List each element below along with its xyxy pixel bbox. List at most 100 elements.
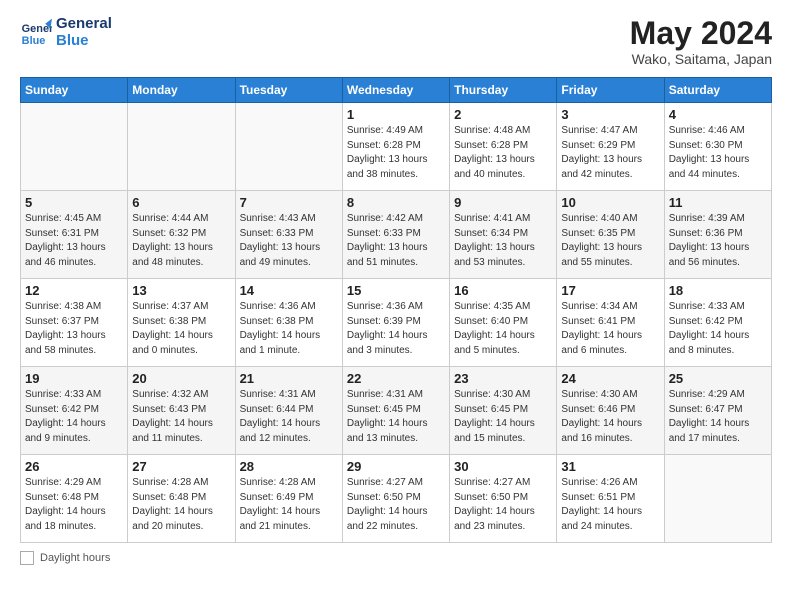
col-header-monday: Monday [128, 78, 235, 103]
day-number: 8 [347, 195, 445, 210]
day-number: 21 [240, 371, 338, 386]
calendar-cell: 31Sunrise: 4:26 AM Sunset: 6:51 PM Dayli… [557, 455, 664, 543]
calendar-cell: 4Sunrise: 4:46 AM Sunset: 6:30 PM Daylig… [664, 103, 771, 191]
footer: Daylight hours [20, 551, 772, 565]
calendar-cell: 28Sunrise: 4:28 AM Sunset: 6:49 PM Dayli… [235, 455, 342, 543]
calendar-cell: 13 Sunrise: 4:37 AM Sunset: 6:38 PM Dayli… [128, 279, 235, 367]
calendar-cell: 11 Sunrise: 4:39 AM Sunset: 6:36 PM Dayli… [664, 191, 771, 279]
calendar-week-4: 26 Sunrise: 4:29 AM Sunset: 6:48 PM Dayli… [21, 455, 772, 543]
day-number: 4 [669, 107, 767, 122]
day-number: 5 [25, 195, 123, 210]
calendar-cell [128, 103, 235, 191]
logo-blue: Blue [56, 33, 112, 50]
calendar-cell: 18 Sunrise: 4:33 AM Sunset: 6:42 PM Dayli… [664, 279, 771, 367]
day-info: Sunrise: 4:28 AM Sunset: 6:48 PM Dayligh… [132, 476, 230, 534]
calendar-cell: 12 Sunrise: 4:38 AM Sunset: 6:37 PM Dayli… [21, 279, 128, 367]
calendar-week-0: 1Sunrise: 4:49 AM Sunset: 6:28 PM Daylig… [21, 103, 772, 191]
col-header-friday: Friday [557, 78, 664, 103]
day-info: Sunrise: 4:37 AM Sunset: 6:38 PM Dayligh… [132, 300, 230, 358]
calendar-cell [21, 103, 128, 191]
calendar-cell: 20 Sunrise: 4:32 AM Sunset: 6:43 PM Dayli… [128, 367, 235, 455]
day-info: Sunrise: 4:36 AM Sunset: 6:39 PM Dayligh… [347, 300, 445, 358]
day-info: Sunrise: 4:27 AM Sunset: 6:50 PM Dayligh… [347, 476, 445, 534]
day-number: 6 [132, 195, 230, 210]
day-number: 1 [347, 107, 445, 122]
calendar-cell: 21Sunrise: 4:31 AM Sunset: 6:44 PM Dayli… [235, 367, 342, 455]
calendar-week-2: 12 Sunrise: 4:38 AM Sunset: 6:37 PM Dayli… [21, 279, 772, 367]
day-number: 19 [25, 371, 123, 386]
month-title: May 2024 [630, 16, 772, 51]
day-info: Sunrise: 4:38 AM Sunset: 6:37 PM Dayligh… [25, 300, 123, 358]
day-number: 20 [132, 371, 230, 386]
day-info: Sunrise: 4:36 AM Sunset: 6:38 PM Dayligh… [240, 300, 338, 358]
day-number: 9 [454, 195, 552, 210]
day-info: Sunrise: 4:33 AM Sunset: 6:42 PM Dayligh… [669, 300, 767, 358]
day-info: Sunrise: 4:45 AM Sunset: 6:31 PM Dayligh… [25, 212, 123, 270]
calendar-cell: 2 Sunrise: 4:48 AM Sunset: 6:28 PM Daylig… [450, 103, 557, 191]
day-number: 26 [25, 459, 123, 474]
page: General Blue General Blue May 2024 Wako,… [0, 0, 792, 612]
day-number: 11 [669, 195, 767, 210]
day-info: Sunrise: 4:31 AM Sunset: 6:45 PM Dayligh… [347, 388, 445, 446]
day-info: Sunrise: 4:30 AM Sunset: 6:46 PM Dayligh… [561, 388, 659, 446]
calendar-cell: 7Sunrise: 4:43 AM Sunset: 6:33 PM Daylig… [235, 191, 342, 279]
location: Wako, Saitama, Japan [630, 51, 772, 67]
calendar-cell: 15 Sunrise: 4:36 AM Sunset: 6:39 PM Dayli… [342, 279, 449, 367]
day-number: 3 [561, 107, 659, 122]
calendar-cell: 26 Sunrise: 4:29 AM Sunset: 6:48 PM Dayli… [21, 455, 128, 543]
day-info: Sunrise: 4:40 AM Sunset: 6:35 PM Dayligh… [561, 212, 659, 270]
calendar-cell: 16Sunrise: 4:35 AM Sunset: 6:40 PM Dayli… [450, 279, 557, 367]
day-number: 24 [561, 371, 659, 386]
calendar-cell: 27 Sunrise: 4:28 AM Sunset: 6:48 PM Dayli… [128, 455, 235, 543]
col-header-sunday: Sunday [21, 78, 128, 103]
day-number: 12 [25, 283, 123, 298]
day-number: 13 [132, 283, 230, 298]
col-header-wednesday: Wednesday [342, 78, 449, 103]
day-info: Sunrise: 4:29 AM Sunset: 6:48 PM Dayligh… [25, 476, 123, 534]
day-info: Sunrise: 4:44 AM Sunset: 6:32 PM Dayligh… [132, 212, 230, 270]
logo-general: General [56, 16, 112, 33]
calendar-header-row: SundayMondayTuesdayWednesdayThursdayFrid… [21, 78, 772, 103]
day-number: 29 [347, 459, 445, 474]
calendar-cell: 9Sunrise: 4:41 AM Sunset: 6:34 PM Daylig… [450, 191, 557, 279]
day-info: Sunrise: 4:48 AM Sunset: 6:28 PM Dayligh… [454, 124, 552, 182]
svg-text:Blue: Blue [22, 34, 46, 46]
calendar-cell: 25 Sunrise: 4:29 AM Sunset: 6:47 PM Dayli… [664, 367, 771, 455]
day-info: Sunrise: 4:34 AM Sunset: 6:41 PM Dayligh… [561, 300, 659, 358]
day-info: Sunrise: 4:28 AM Sunset: 6:49 PM Dayligh… [240, 476, 338, 534]
day-number: 14 [240, 283, 338, 298]
day-info: Sunrise: 4:39 AM Sunset: 6:36 PM Dayligh… [669, 212, 767, 270]
title-area: May 2024 Wako, Saitama, Japan [630, 16, 772, 67]
day-info: Sunrise: 4:32 AM Sunset: 6:43 PM Dayligh… [132, 388, 230, 446]
calendar-cell: 10Sunrise: 4:40 AM Sunset: 6:35 PM Dayli… [557, 191, 664, 279]
calendar-cell: 24 Sunrise: 4:30 AM Sunset: 6:46 PM Dayli… [557, 367, 664, 455]
col-header-thursday: Thursday [450, 78, 557, 103]
calendar-cell [664, 455, 771, 543]
day-number: 27 [132, 459, 230, 474]
footer-box [20, 551, 34, 565]
calendar-cell: 22Sunrise: 4:31 AM Sunset: 6:45 PM Dayli… [342, 367, 449, 455]
day-info: Sunrise: 4:33 AM Sunset: 6:42 PM Dayligh… [25, 388, 123, 446]
day-number: 17 [561, 283, 659, 298]
calendar-cell: 8 Sunrise: 4:42 AM Sunset: 6:33 PM Daylig… [342, 191, 449, 279]
day-info: Sunrise: 4:29 AM Sunset: 6:47 PM Dayligh… [669, 388, 767, 446]
calendar-week-3: 19 Sunrise: 4:33 AM Sunset: 6:42 PM Dayli… [21, 367, 772, 455]
calendar-cell: 29 Sunrise: 4:27 AM Sunset: 6:50 PM Dayli… [342, 455, 449, 543]
calendar-cell: 14 Sunrise: 4:36 AM Sunset: 6:38 PM Dayli… [235, 279, 342, 367]
calendar-week-1: 5 Sunrise: 4:45 AM Sunset: 6:31 PM Daylig… [21, 191, 772, 279]
calendar-cell: 6 Sunrise: 4:44 AM Sunset: 6:32 PM Daylig… [128, 191, 235, 279]
day-info: Sunrise: 4:35 AM Sunset: 6:40 PM Dayligh… [454, 300, 552, 358]
logo: General Blue General Blue [20, 16, 112, 49]
day-number: 23 [454, 371, 552, 386]
calendar-cell: 17 Sunrise: 4:34 AM Sunset: 6:41 PM Dayli… [557, 279, 664, 367]
day-info: Sunrise: 4:30 AM Sunset: 6:45 PM Dayligh… [454, 388, 552, 446]
day-number: 18 [669, 283, 767, 298]
col-header-tuesday: Tuesday [235, 78, 342, 103]
day-info: Sunrise: 4:42 AM Sunset: 6:33 PM Dayligh… [347, 212, 445, 270]
day-number: 2 [454, 107, 552, 122]
day-number: 15 [347, 283, 445, 298]
day-number: 25 [669, 371, 767, 386]
col-header-saturday: Saturday [664, 78, 771, 103]
calendar: SundayMondayTuesdayWednesdayThursdayFrid… [20, 77, 772, 543]
calendar-cell: 30Sunrise: 4:27 AM Sunset: 6:50 PM Dayli… [450, 455, 557, 543]
